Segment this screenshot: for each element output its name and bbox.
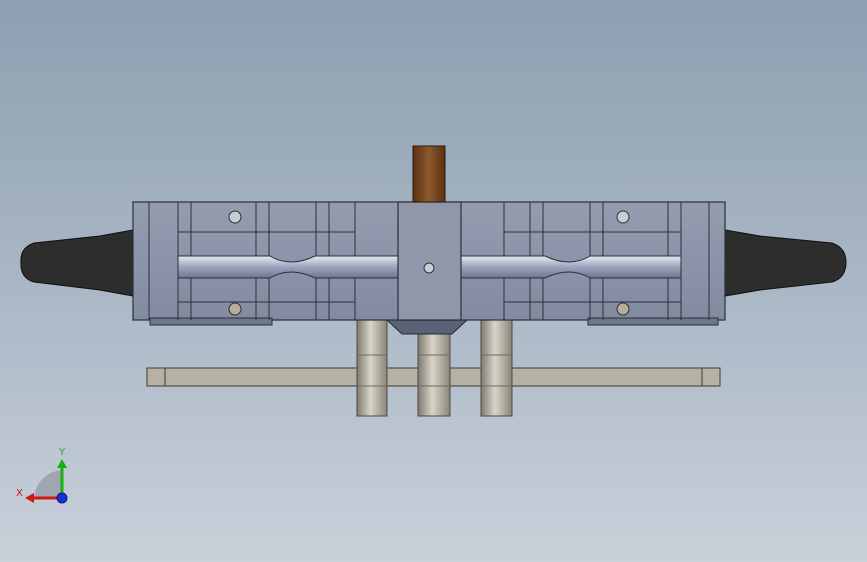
main-body[interactable] bbox=[132, 201, 726, 326]
guide-post-left[interactable] bbox=[356, 319, 388, 417]
handle-right[interactable] bbox=[724, 229, 847, 297]
center-chamfer[interactable] bbox=[385, 319, 469, 335]
center-block[interactable] bbox=[397, 201, 462, 321]
z-axis-dot bbox=[56, 492, 68, 504]
hole-lower-left bbox=[228, 302, 242, 316]
guide-post-right[interactable] bbox=[480, 319, 513, 417]
hole-lower-right bbox=[616, 302, 630, 316]
top-pin[interactable] bbox=[412, 145, 446, 203]
graphics-viewport[interactable]: Y X bbox=[0, 0, 867, 562]
x-axis-label: X bbox=[16, 488, 23, 499]
model-view[interactable]: Y X bbox=[0, 0, 867, 562]
hole-upper-left bbox=[228, 210, 242, 224]
handle-left[interactable] bbox=[20, 229, 134, 297]
hole-center bbox=[423, 262, 435, 274]
coordinate-triad: Y X bbox=[16, 447, 68, 504]
y-axis-label: Y bbox=[58, 447, 66, 458]
hole-upper-right bbox=[616, 210, 630, 224]
